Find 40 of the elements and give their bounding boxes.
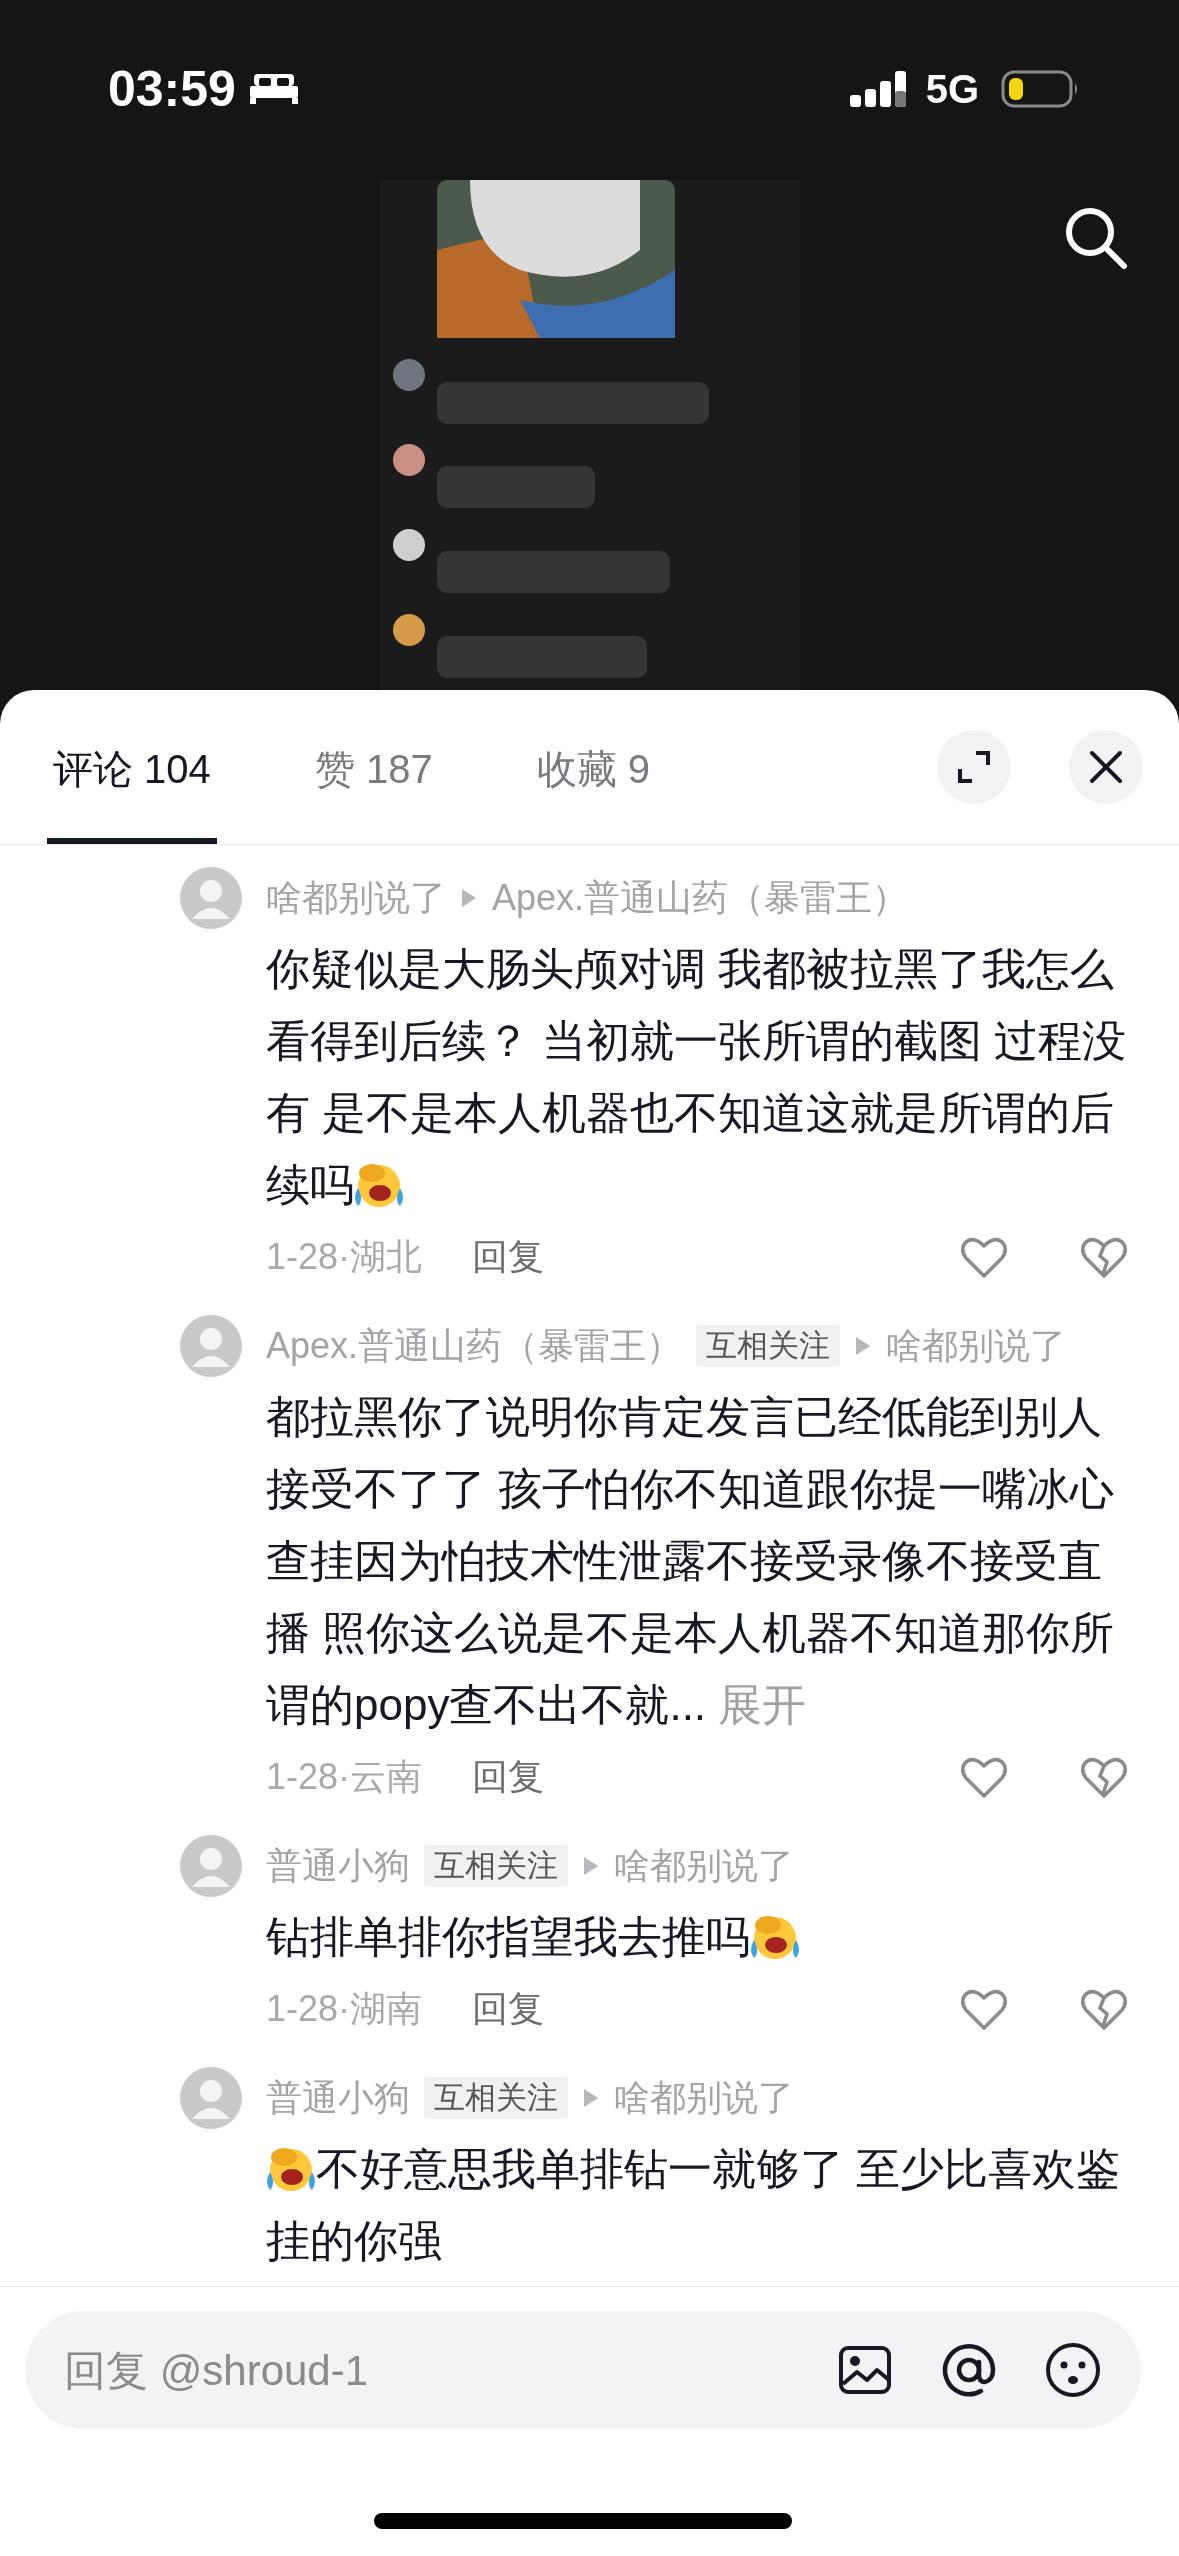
reply-button[interactable]: 回复 bbox=[472, 1982, 545, 2036]
reply-target-name[interactable]: 啥都别说了 bbox=[886, 1319, 1067, 1373]
reply-button[interactable]: 回复 bbox=[472, 1750, 545, 1804]
reply-target-name[interactable]: Apex.普通山药（暴雷王） bbox=[492, 871, 909, 925]
tab[interactable]: 评论 104 bbox=[47, 690, 217, 844]
search-icon bbox=[1063, 205, 1129, 271]
comment-text: 不好意思我单排钻一就够了 至少比喜欢鉴挂的你强 bbox=[266, 2143, 1122, 2267]
comment-text: 你疑似是大肠头颅对调 我都被拉黑了我怎么看得到后续？ 当初就一张所谓的截图 过程没有 是不是本人机器也不知道这就是所谓的后续吗 bbox=[266, 943, 1128, 1212]
reply-button[interactable]: 回复 bbox=[472, 1230, 545, 1284]
tab[interactable]: 赞 187 bbox=[308, 690, 439, 844]
expand-link[interactable]: 展开 bbox=[718, 1680, 807, 1729]
reply-field[interactable]: 回复 @shroud-1 bbox=[25, 2311, 1141, 2429]
caret-icon bbox=[582, 2087, 600, 2109]
author-name[interactable]: 啥都别说了 bbox=[266, 871, 446, 925]
caret-icon bbox=[460, 887, 478, 909]
comment-date-location: 1-28·湖南 bbox=[266, 1987, 423, 2031]
reply-input[interactable]: 回复 @shroud-1 bbox=[62, 2337, 791, 2403]
author-name[interactable]: 普通小狗 bbox=[266, 1839, 410, 1893]
author-name[interactable]: 普通小狗 bbox=[266, 2071, 410, 2125]
mutual-follow-tag: 互相关注 bbox=[424, 1844, 568, 1888]
comment-text: 都拉黑你了说明你肯定发言已经低能到别人接受不了了 孩子怕你不知道跟你提一嘴冰心查挂因为怕技术性泄露不接受录像不接受直播 照你这么说是不是本人机器不知道那你所谓的popy查不出不就... 展开 bbox=[266, 1391, 1116, 1731]
smiley-icon bbox=[1043, 2340, 1103, 2400]
reply-target-name[interactable]: 啥都别说了 bbox=[614, 2071, 794, 2125]
comment-date-location: 1-28·云南 bbox=[266, 1755, 423, 1799]
network-label: 5G bbox=[925, 69, 979, 109]
comment-date-location: 1-28·湖北 bbox=[266, 1235, 423, 1279]
comment-text: 钻排单排你指望我去推吗 bbox=[266, 1901, 1141, 1973]
mutual-follow-tag: 互相关注 bbox=[424, 2076, 568, 2120]
bed-icon bbox=[247, 72, 300, 106]
caret-icon bbox=[582, 1855, 600, 1877]
mutual-follow-tag: 互相关注 bbox=[696, 1324, 841, 1368]
author-name[interactable]: Apex.普通山药（暴雷王） bbox=[266, 1319, 683, 1373]
emoji-button[interactable] bbox=[1043, 2340, 1103, 2400]
expand-icon bbox=[956, 749, 992, 785]
signal-icon bbox=[849, 69, 908, 109]
status-time: 03:59 bbox=[108, 64, 236, 114]
close-icon bbox=[1088, 749, 1124, 785]
reply-target-name[interactable]: 啥都别说了 bbox=[614, 1839, 794, 1893]
search-button[interactable] bbox=[1063, 205, 1129, 271]
tab[interactable]: 收藏 9 bbox=[530, 690, 657, 844]
